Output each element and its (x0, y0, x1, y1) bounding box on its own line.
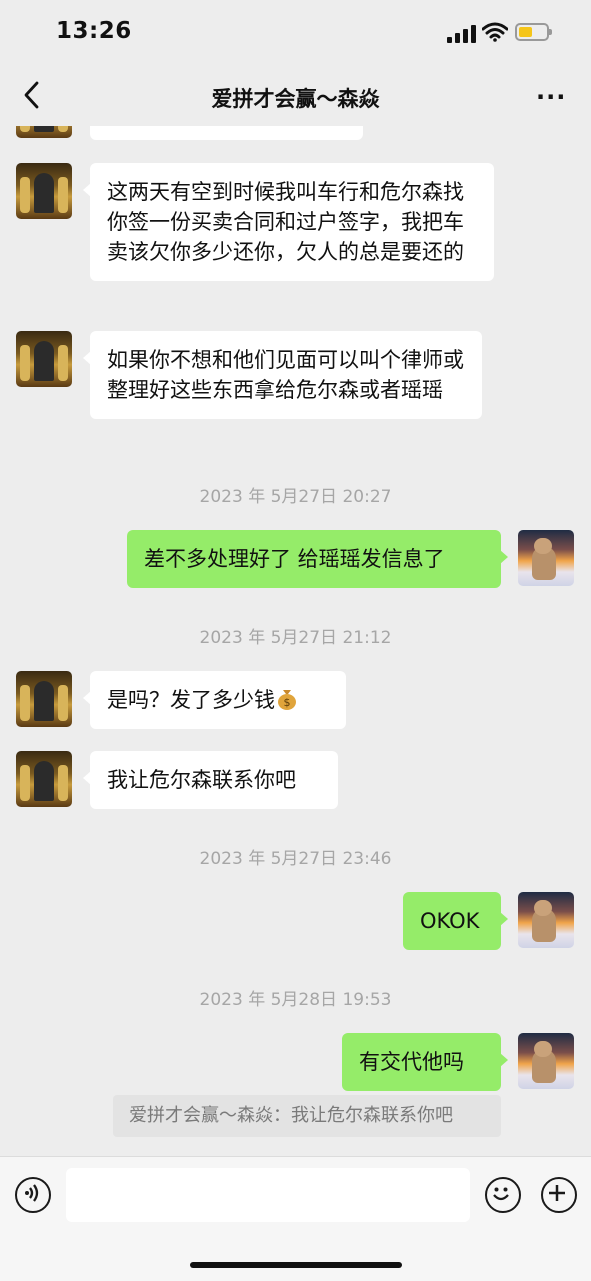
more-dots-icon[interactable]: ··· (536, 83, 566, 111)
message-bubble-sent[interactable]: 差不多处理好了 给瑶瑶发信息了 (127, 530, 508, 588)
svg-text:$: $ (284, 696, 291, 709)
status-time: 13:26 (56, 18, 132, 44)
cellular-signal-icon (447, 25, 476, 43)
my-avatar[interactable] (518, 892, 574, 948)
message-bubble[interactable]: 这两天有空到时候我叫车行和危尔森找你签一份买卖合同和过户签字，我把车卖该欠你多少… (83, 163, 494, 281)
my-avatar[interactable] (518, 530, 574, 586)
message-bubble[interactable]: 如果你不想和他们见面可以叫个律师或整理好这些东西拿给危尔森或者瑶瑶 (83, 331, 482, 419)
contact-avatar[interactable] (16, 126, 72, 138)
timestamp: 2023 年 5月27日 23:46 (199, 849, 392, 869)
message-input[interactable] (66, 1168, 470, 1222)
timestamp: 2023 年 5月28日 19:53 (199, 990, 392, 1010)
quoted-message[interactable]: 爱拼才会赢～森焱：我让危尔森联系你吧 (113, 1095, 501, 1137)
emoji-icon[interactable] (485, 1177, 521, 1213)
money-bag-icon: $ (278, 690, 296, 710)
status-bar: 13:26 (0, 0, 591, 66)
message-bubble-sent[interactable]: OKOK (403, 892, 508, 950)
home-indicator (190, 1262, 402, 1268)
timestamp: 2023 年 5月27日 21:12 (199, 628, 392, 648)
message-text: 是吗？发了多少钱 (107, 688, 275, 712)
chat-history[interactable]: 这两天有空到时候我叫车行和危尔森找你签一份买卖合同和过户签字，我把车卖该欠你多少… (0, 126, 591, 1156)
wifi-icon (482, 22, 508, 42)
contact-avatar[interactable] (16, 331, 72, 387)
battery-icon (515, 23, 552, 41)
plus-icon[interactable] (541, 1177, 577, 1213)
contact-avatar[interactable] (16, 751, 72, 807)
contact-avatar[interactable] (16, 671, 72, 727)
message-bubble[interactable]: 是吗？发了多少钱 $ (83, 671, 346, 729)
voice-icon[interactable] (15, 1177, 51, 1213)
message-bubble-sent[interactable]: 有交代他吗 (342, 1033, 508, 1091)
my-avatar[interactable] (518, 1033, 574, 1089)
message-bubble[interactable]: 我让危尔森联系你吧 (83, 751, 338, 809)
chat-header: 爱拼才会赢～森焱 ··· (0, 66, 591, 126)
chat-title: 爱拼才会赢～森焱 (211, 87, 380, 111)
contact-avatar[interactable] (16, 163, 72, 219)
message-bubble-partial[interactable] (90, 126, 363, 140)
timestamp: 2023 年 5月27日 20:27 (199, 487, 392, 507)
